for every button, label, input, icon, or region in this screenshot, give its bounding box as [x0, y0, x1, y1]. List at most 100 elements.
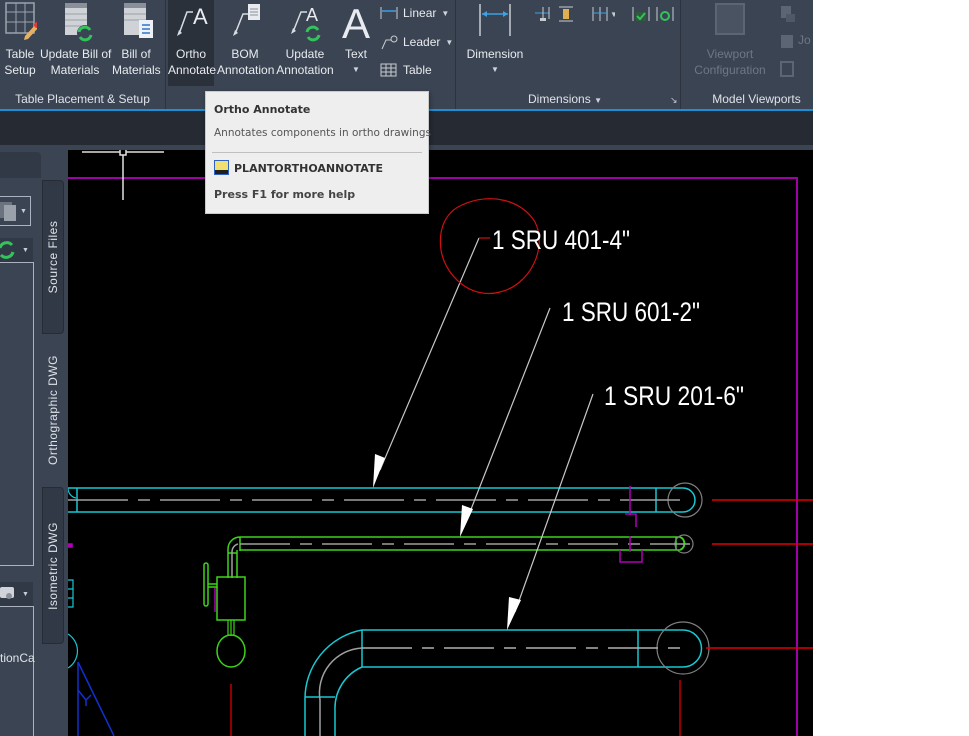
text-dropdown-caret[interactable]: ▼ — [338, 62, 374, 78]
viewport-configuration-button[interactable]: Viewport Configuration — [690, 0, 770, 86]
bom-annotation-button[interactable]: BOM Annotation — [217, 0, 274, 86]
table-button[interactable]: Table — [380, 62, 432, 78]
tooltip-divider — [212, 152, 422, 153]
linear-dropdown-caret[interactable]: ▼ — [441, 9, 449, 18]
linear-label: Linear — [403, 6, 437, 20]
find-icon[interactable]: ▼ — [0, 582, 33, 606]
tooltip-description: Annotates components in ortho drawings — [214, 127, 431, 139]
bom-label-2: Materials — [112, 63, 161, 77]
leader-label: Leader — [403, 35, 441, 49]
ortho-annotate-label-2: Annotate — [168, 63, 217, 77]
leader-dropdown-caret[interactable]: ▼ — [445, 38, 453, 47]
leader-arrowheads — [373, 454, 521, 630]
dimensions-dialog-launcher-icon[interactable]: ↘ — [670, 95, 678, 106]
drawing-canvas[interactable]: 1 SRU 401-4" 1 SRU 601-2" 1 SRU 201-6" — [68, 150, 813, 736]
refresh-icon[interactable]: ▼ — [0, 238, 33, 262]
text-button[interactable]: A Text ▼ — [338, 0, 374, 86]
table-setup-label-2: Setup — [4, 63, 36, 77]
dimensions-title-text: Dimensions — [528, 92, 591, 106]
update-bill-of-materials-button[interactable]: Update Bill of Materials — [40, 0, 112, 86]
check-dimension-icon[interactable] — [632, 5, 650, 23]
tab-isometric-dwg[interactable]: Isometric DWG — [42, 487, 64, 644]
dimension-dropdown-caret[interactable]: ▼ — [465, 62, 525, 78]
leader-button[interactable]: Leader ▼ — [380, 34, 453, 50]
table-setup-label-1: Table — [5, 47, 35, 61]
ortho-annotate-label-1: Ortho — [175, 47, 206, 61]
ortho-annotate-icon: A — [168, 0, 214, 46]
continue-dimension-icon[interactable]: ▼ — [591, 5, 618, 23]
annotation-label-1[interactable]: 1 SRU 401-4" — [492, 225, 630, 255]
tree-item-text[interactable]: tionCa — [0, 651, 35, 665]
tab-source-files[interactable]: Source Files — [42, 180, 64, 334]
table-setup-button[interactable]: Table Setup — [2, 0, 40, 86]
svg-text:A: A — [306, 5, 318, 25]
named-viewports-icon[interactable] — [780, 4, 796, 24]
project-manager-palette: ▼ ▼ ▼ tionCa Source Files Orthographic D… — [0, 150, 68, 736]
text-icon: A — [338, 0, 374, 47]
tab-orthographic-dwg[interactable]: Orthographic DWG — [42, 334, 64, 486]
baseline-dimension-icon[interactable] — [533, 5, 551, 23]
adjust-space-icon[interactable] — [557, 5, 575, 23]
panel-separator — [165, 0, 166, 109]
linear-icon — [380, 7, 398, 19]
join-viewports-button[interactable]: Jo — [780, 33, 813, 51]
update-dimension-icon[interactable] — [656, 5, 674, 23]
dimension-button[interactable]: Dimension ▼ — [465, 0, 525, 86]
tooltip-title: Ortho Annotate — [214, 103, 311, 116]
update-annotation-icon: A — [276, 0, 334, 46]
panel-title-dimensions[interactable]: Dimensions ▼ — [500, 92, 630, 106]
palette-toolbar-2: ▼ — [0, 582, 33, 606]
annotation-label-3[interactable]: 1 SRU 201-6" — [604, 381, 744, 411]
partial-geometry-left — [68, 487, 115, 736]
join-label: Jo — [798, 33, 811, 47]
bom-annotation-label-1: BOM — [231, 47, 259, 61]
update-annotation-label-2: Annotation — [276, 63, 334, 77]
svg-text:A: A — [342, 0, 370, 46]
annotation-label-2[interactable]: 1 SRU 601-2" — [562, 297, 700, 327]
svg-text:▼: ▼ — [22, 591, 29, 598]
viewport-config-label-1: Viewport — [706, 47, 754, 61]
tooltip-command-name: PLANTORTHOANNOTATE — [234, 162, 383, 175]
bom-label-1: Bill of — [121, 47, 151, 61]
tab-orthographic-dwg-label: Orthographic DWG — [46, 354, 60, 466]
bill-of-materials-icon — [112, 0, 160, 46]
update-bom-label-1: Update Bill of — [40, 47, 112, 61]
tab-source-files-label: Source Files — [46, 220, 60, 294]
svg-text:A: A — [193, 4, 208, 29]
leader-icon — [381, 35, 398, 50]
documents-icon: ▼ — [0, 202, 27, 221]
restore-viewport-icon[interactable] — [780, 60, 796, 80]
table-setup-icon — [2, 0, 40, 46]
iso-tree-view[interactable]: tionCa — [0, 606, 35, 736]
autocad-plant3d-window: Table Setup Update Bill of Materials Bil… — [0, 0, 813, 736]
viewport-config-label-2: Configuration — [694, 63, 766, 77]
palette-toolbar: ▼ — [0, 238, 33, 262]
svg-text:▼: ▼ — [610, 10, 615, 19]
ortho-tree-view[interactable] — [0, 262, 34, 566]
pipe-201-6[interactable] — [304, 621, 813, 736]
text-label: Text — [344, 47, 367, 61]
update-annotation-button[interactable]: A Update Annotation — [276, 0, 334, 86]
bill-of-materials-button[interactable]: Bill of Materials — [112, 0, 161, 86]
palette-header — [0, 152, 41, 178]
dimension-label: Dimension — [466, 47, 524, 61]
crosshair-cursor — [82, 150, 164, 200]
update-bom-icon — [40, 0, 110, 46]
ortho-annotate-tooltip: Ortho Annotate Annotates components in o… — [205, 91, 431, 214]
project-selector[interactable]: ▼ — [0, 196, 31, 226]
panel-separator — [680, 0, 681, 109]
svg-text:▼: ▼ — [20, 208, 27, 215]
tooltip-help-hint: Press F1 for more help — [214, 188, 356, 201]
valve[interactable] — [203, 562, 246, 736]
panel-title-model-viewports: Model Viewports — [712, 92, 801, 106]
linear-dimension-button[interactable]: Linear ▼ — [380, 5, 449, 21]
dimension-icon — [465, 0, 525, 46]
panel-separator — [455, 0, 456, 109]
tab-isometric-dwg-label: Isometric DWG — [46, 521, 60, 610]
pipe-601-2[interactable] — [227, 534, 813, 578]
pipe-401-4[interactable] — [68, 482, 813, 518]
ortho-annotate-button[interactable]: A Ortho Annotate — [168, 0, 217, 86]
update-annotation-label-1: Update — [285, 47, 325, 61]
viewport-configuration-icon — [690, 0, 770, 46]
dimensions-expand-caret[interactable]: ▼ — [594, 96, 602, 105]
